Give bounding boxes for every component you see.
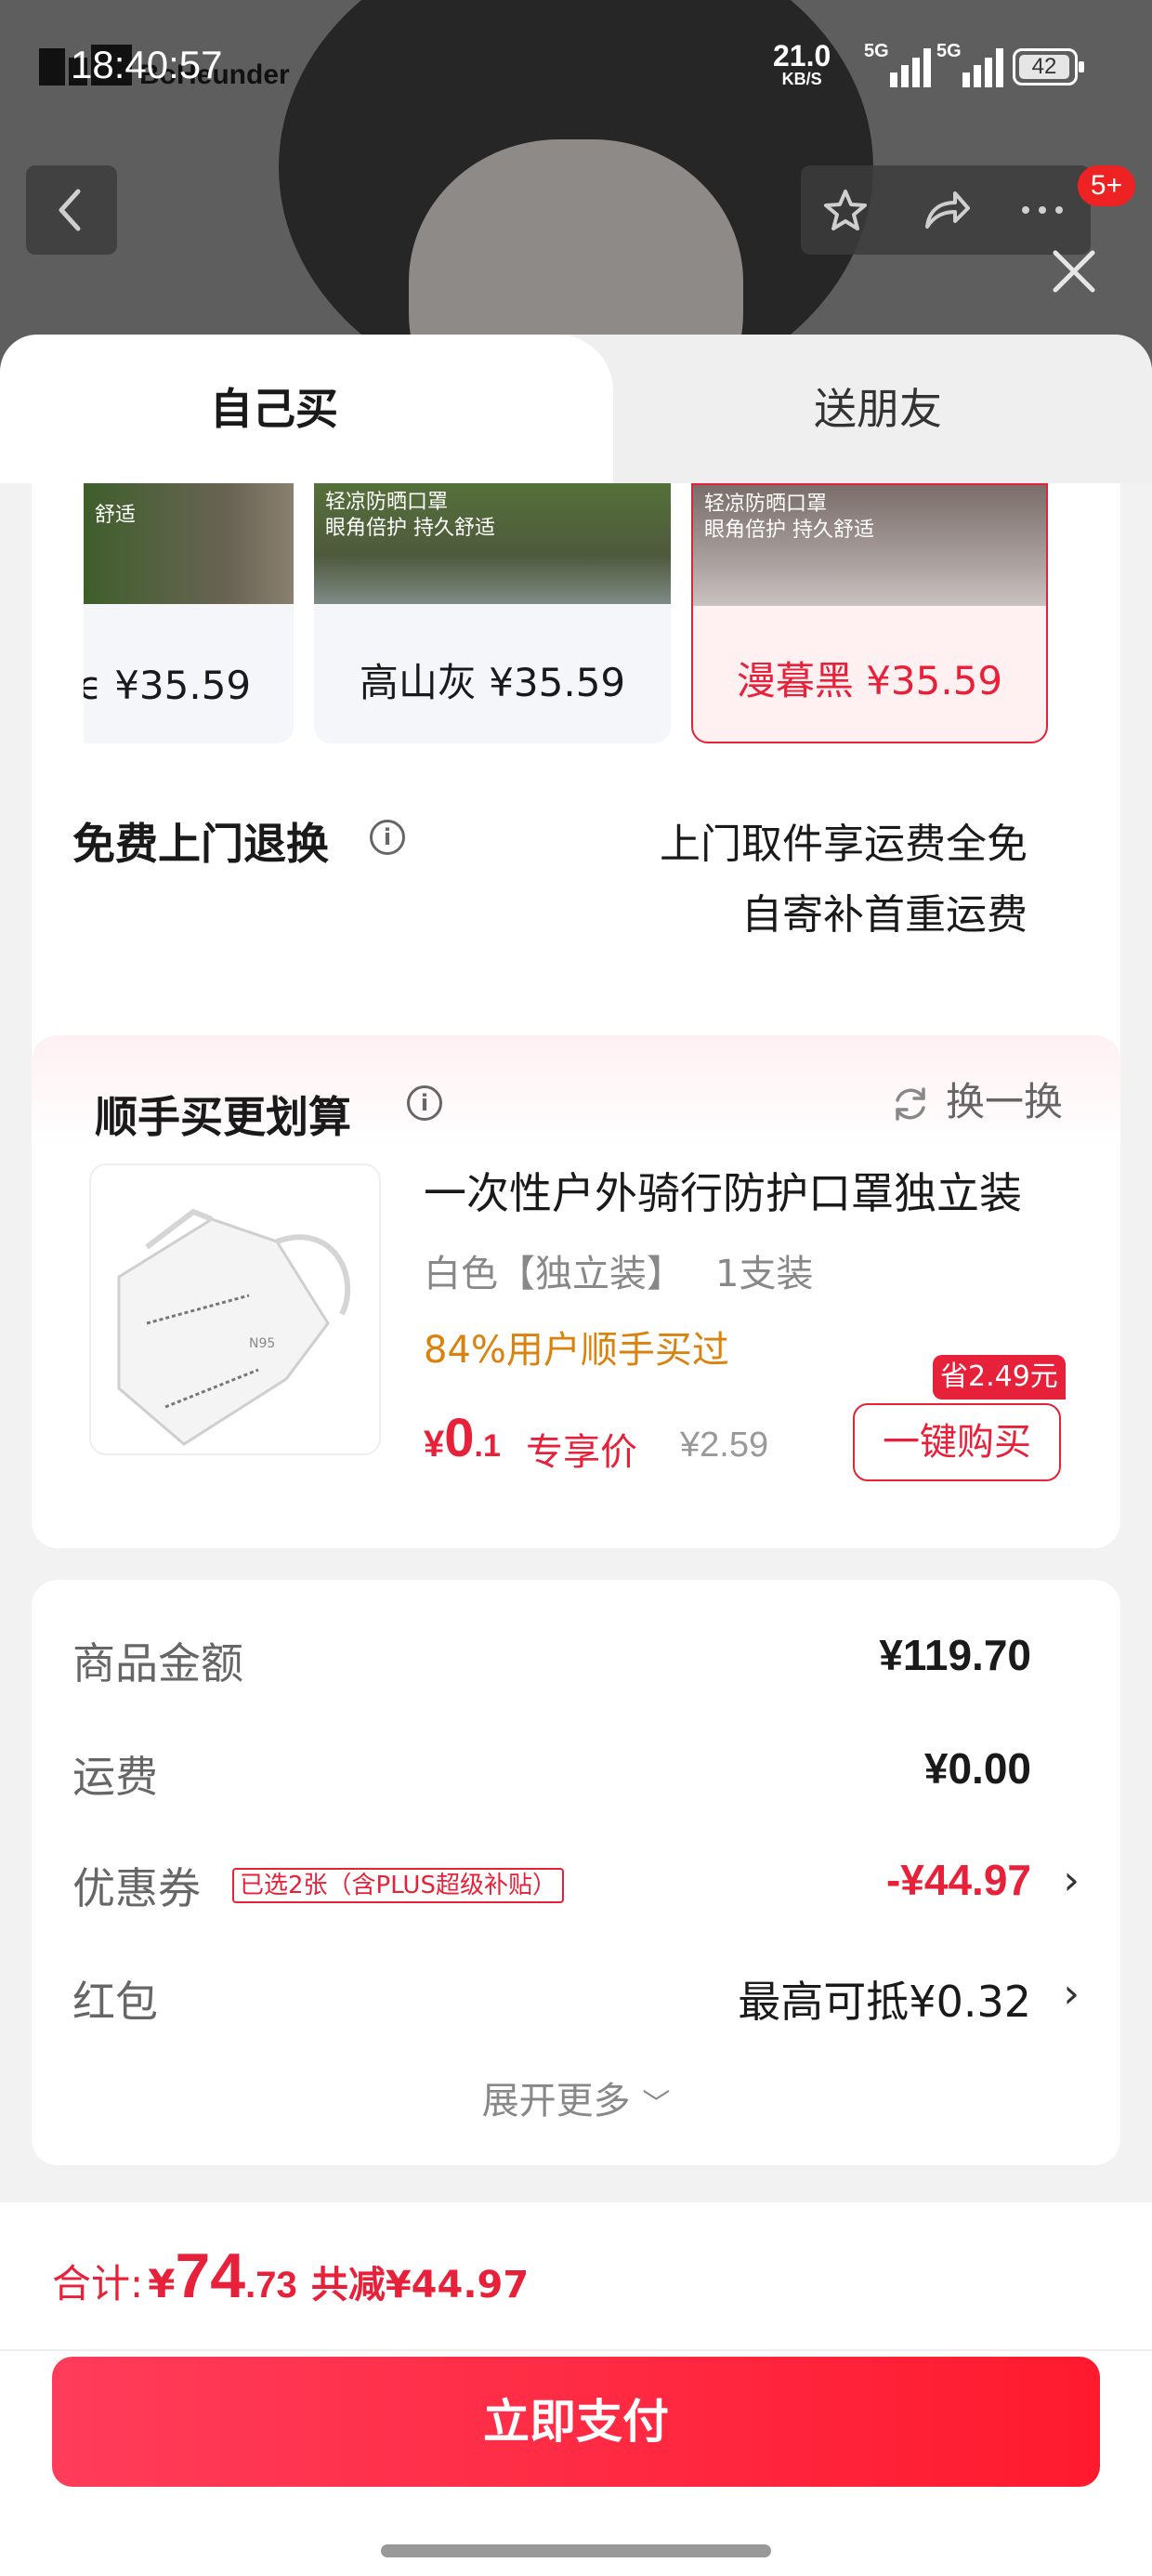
purchase-sheet: 自己买 送朋友 舒适 ϵ ¥35.59 轻凉防晒口罩 眼角倍护 持久舒适 高山灰… xyxy=(0,335,1152,2576)
nav-action-group xyxy=(801,165,1091,255)
info-icon[interactable]: i xyxy=(407,1085,442,1121)
variant-thumbnail: 轻凉防晒口罩 眼角倍护 持久舒适 xyxy=(314,483,671,604)
variant-thumbnail: 轻凉防晒口罩 眼角倍护 持久舒适 xyxy=(693,485,1046,606)
back-arrow-icon xyxy=(59,189,81,231)
svg-text:N95: N95 xyxy=(249,1336,275,1351)
info-icon[interactable]: i xyxy=(370,820,405,855)
summary-row-coupon[interactable]: 优惠券 已选2张（含PLUS超级补贴） -¥44.97 › xyxy=(72,1849,1080,1914)
coupon-value: -¥44.97 xyxy=(885,1856,1031,1904)
variant-label: ϵ ¥35.59 xyxy=(84,663,252,708)
variant-option[interactable]: 轻凉防晒口罩 眼角倍护 持久舒适 高山灰 ¥35.59 xyxy=(314,483,671,743)
share-icon[interactable] xyxy=(920,188,972,232)
total-reduction: 共减¥44.97 xyxy=(310,2264,530,2307)
status-time: 18:40:57 xyxy=(71,43,223,86)
swap-label: 换一换 xyxy=(945,1079,1063,1124)
original-price: ¥2.59 xyxy=(680,1426,769,1465)
total-currency: ¥ xyxy=(148,2261,176,2307)
order-summary-card: 商品金额 ¥119.70 运费 ¥0.00 优惠券 已选2张（含PLUS超级补贴… xyxy=(32,1580,1120,2165)
total-integer: 74 xyxy=(175,2241,246,2311)
summary-row-redpacket[interactable]: 红包 最高可抵¥0.32 › xyxy=(72,1963,1080,2028)
shipping-label: 运费 xyxy=(72,1752,158,1802)
variant-caption: 眼角倍护 持久舒适 xyxy=(704,519,874,542)
cart-count-badge: 5+ xyxy=(1078,165,1135,206)
chevron-down-icon: ﹀ xyxy=(642,2088,671,2121)
savings-badge: 省2.49元 xyxy=(933,1355,1066,1400)
addon-spec-color: 白色【独立装】 xyxy=(424,1253,684,1295)
close-icon[interactable] xyxy=(1046,243,1102,299)
addon-product-image[interactable]: N95 xyxy=(89,1163,381,1455)
more-icon[interactable] xyxy=(1016,188,1068,232)
network-speed: 21.0 KB/S xyxy=(773,41,831,87)
refresh-icon xyxy=(896,1087,925,1121)
variant-label: 漫暮黑 ¥35.59 xyxy=(736,658,1003,703)
network-speed-value: 21.0 xyxy=(773,39,831,72)
variant-thumbnail: 舒适 xyxy=(84,483,294,604)
variant-option[interactable]: 舒适 ϵ ¥35.59 xyxy=(84,483,294,743)
swap-button[interactable]: 换一换 xyxy=(896,1076,1063,1128)
shipping-value: ¥0.00 xyxy=(923,1744,1031,1793)
home-indicator xyxy=(381,2544,771,2557)
return-pickup-text: 上门取件享运费全免 xyxy=(660,821,1028,868)
variant-caption: 轻凉防晒口罩 xyxy=(704,493,828,516)
variant-caption: 眼角倍护 持久舒适 xyxy=(325,517,495,540)
pay-now-button[interactable]: 立即支付 xyxy=(52,2357,1100,2487)
total-decimal: .73 xyxy=(245,2265,297,2306)
coupon-selected-tag: 已选2张（含PLUS超级补贴） xyxy=(232,1868,564,1903)
total-label: 合计: xyxy=(52,2261,144,2307)
addon-price: ¥0.1 xyxy=(424,1408,501,1468)
exclusive-price-label: 专享价 xyxy=(526,1431,637,1474)
chevron-right-icon: › xyxy=(1063,1857,1080,1904)
variant-option-selected[interactable]: 轻凉防晒口罩 眼角倍护 持久舒适 漫暮黑 ¥35.59 xyxy=(691,483,1048,743)
redpacket-value: 最高可抵¥0.32 xyxy=(738,1977,1031,2027)
battery-icon: 42 xyxy=(1013,48,1084,85)
return-self-ship-text: 自寄补首重运费 xyxy=(741,891,1028,939)
goods-amount-label: 商品金额 xyxy=(72,1638,243,1689)
network-speed-unit: KB/S xyxy=(781,70,822,88)
tab-buy-for-self[interactable]: 自己买 xyxy=(0,335,548,483)
addon-recommendation-card: 顺手买更划算 i 换一换 N95 一次性户外骑行防护口罩独立装 白色【独立装】 … xyxy=(32,1035,1120,1548)
variant-label: 高山灰 ¥35.59 xyxy=(359,660,626,705)
addon-purchase-stat: 84%用户顺手买过 xyxy=(424,1329,729,1372)
free-return-label: 免费上门退换 xyxy=(72,819,329,869)
battery-level: 42 xyxy=(1019,55,1069,79)
back-button[interactable] xyxy=(26,165,117,255)
star-icon[interactable] xyxy=(819,188,871,232)
coupon-label: 优惠券 xyxy=(72,1863,201,1913)
goods-amount-value: ¥119.70 xyxy=(879,1631,1031,1679)
total-amount: 合计: ¥74.73 共减¥44.97 xyxy=(52,2240,529,2312)
variant-caption: 轻凉防晒口罩 xyxy=(325,491,449,514)
mask-icon: N95 xyxy=(117,1208,351,1446)
status-bar: BoHeunder 18:40:57 21.0 KB/S 5G 5G 42 xyxy=(0,28,1152,112)
chevron-right-icon: › xyxy=(1063,1970,1080,2017)
tab-gift-to-friend[interactable]: 送朋友 xyxy=(604,335,1152,483)
addon-spec-qty: 1支装 xyxy=(715,1253,814,1295)
addon-product-spec: 白色【独立装】 1支装 xyxy=(424,1243,813,1297)
purchase-mode-tabs: 自己买 送朋友 xyxy=(0,335,1152,483)
addon-title: 顺手买更划算 xyxy=(95,1092,351,1142)
summary-row-shipping: 运费 ¥0.00 xyxy=(72,1738,1080,1803)
expand-more-button[interactable]: 展开更多 ﹀ xyxy=(32,2070,1120,2124)
addon-product-name[interactable]: 一次性户外骑行防护口罩独立装 xyxy=(424,1160,1022,1221)
expand-more-label: 展开更多 xyxy=(481,2080,631,2123)
one-click-buy-button[interactable]: 一键购买 xyxy=(853,1403,1061,1481)
redpacket-label: 红包 xyxy=(72,1977,158,2027)
summary-row-goods: 商品金额 ¥119.70 xyxy=(72,1624,1080,1689)
